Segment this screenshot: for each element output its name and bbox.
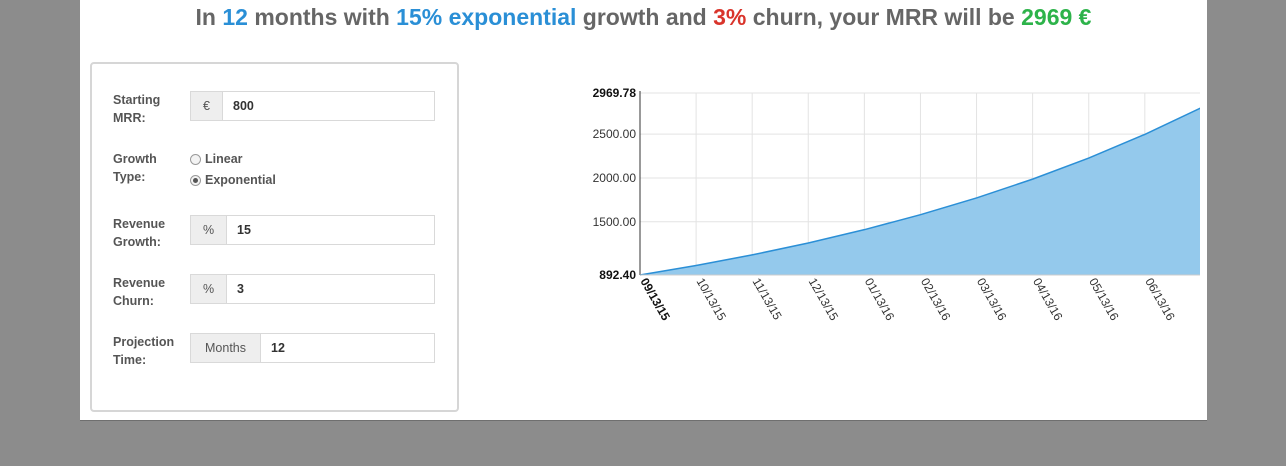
revenue-growth-group: % — [190, 215, 435, 245]
x-tick-label: 11/13/15 — [750, 276, 785, 323]
y-tick-label: 2969.78 — [593, 86, 637, 100]
projection-headline: In 12 months with 15% exponential growth… — [80, 4, 1207, 31]
radio-exponential-circle[interactable] — [190, 174, 201, 186]
x-tick-label: 06/13/16 — [1142, 276, 1178, 324]
projection-time-group: Months — [190, 333, 435, 363]
months-addon: Months — [191, 334, 261, 362]
x-tick-label: 09/13/15 — [637, 276, 673, 324]
y-tick-label: 2500.00 — [593, 127, 637, 141]
main-panel: In 12 months with 15% exponential growth… — [80, 0, 1207, 421]
headline-months: 12 — [222, 4, 248, 30]
headline-growth: 15% exponential — [396, 4, 577, 30]
currency-addon: € — [191, 92, 223, 120]
starting-mrr-input[interactable] — [223, 92, 434, 120]
revenue-churn-input[interactable] — [227, 275, 434, 303]
revenue-churn-label: Revenue Churn: — [113, 276, 166, 308]
x-tick-label: 02/13/16 — [918, 276, 954, 324]
percent-addon: % — [191, 216, 227, 244]
radio-linear[interactable]: Linear — [190, 152, 243, 166]
headline-text-1: In — [195, 4, 223, 30]
y-tick-label: 1500.00 — [593, 215, 637, 229]
radio-exponential-label: Exponential — [205, 173, 276, 187]
revenue-growth-input[interactable] — [227, 216, 434, 244]
percent-addon: % — [191, 275, 227, 303]
projection-form: Starting MRR: € Growth Type: Linear Expo… — [90, 62, 459, 412]
y-tick-label: 892.40 — [599, 268, 636, 282]
mrr-chart: 2969.78 2500.00 2000.00 1500.00 892.4009/13/… — [593, 86, 1200, 324]
headline-result: 2969 € — [1021, 4, 1092, 30]
starting-mrr-label: Starting MRR: — [113, 93, 161, 125]
y-tick-label: 2000.00 — [593, 171, 637, 185]
headline-text-2: months with — [247, 4, 397, 30]
x-tick-label: 04/13/16 — [1030, 276, 1066, 324]
projection-time-label: Projection Time: — [113, 335, 175, 367]
growth-type-label: Growth Type: — [113, 152, 157, 184]
x-tick-label: 03/13/16 — [974, 276, 1010, 324]
revenue-churn-group: % — [190, 274, 435, 304]
radio-linear-circle[interactable] — [190, 153, 201, 165]
radio-exponential[interactable]: Exponential — [190, 173, 276, 187]
projection-time-input[interactable] — [261, 334, 434, 362]
x-tick-label: 01/13/16 — [862, 276, 898, 324]
x-tick-label: 07/13/16 — [1198, 276, 1200, 324]
headline-text-3: growth and — [576, 4, 714, 30]
x-tick-label: 05/13/16 — [1086, 276, 1122, 324]
x-tick-label: 12/13/15 — [806, 276, 842, 324]
headline-churn: 3% — [713, 4, 747, 30]
revenue-growth-label: Revenue Growth: — [113, 217, 166, 249]
x-tick-label: 10/13/15 — [693, 276, 729, 324]
headline-text-4: churn, your MRR will be — [746, 4, 1022, 30]
starting-mrr-group: € — [190, 91, 435, 121]
radio-linear-label: Linear — [205, 152, 243, 166]
